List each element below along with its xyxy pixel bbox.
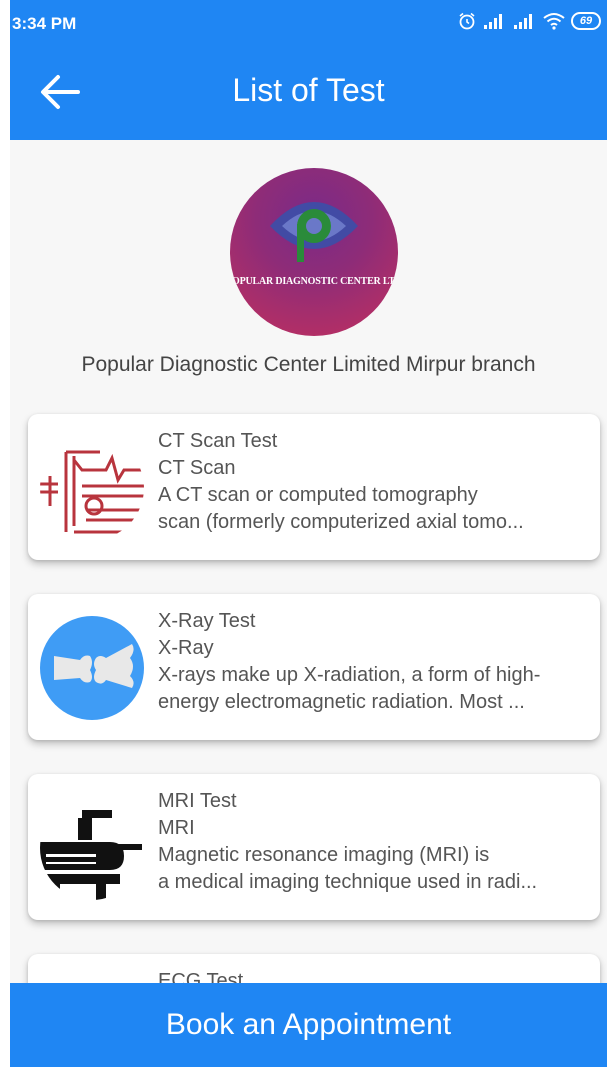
- page-title: List of Test: [232, 72, 385, 108]
- test-title: MRI Test: [158, 790, 237, 812]
- battery-level: 69: [579, 15, 593, 27]
- test-type: CT Scan: [158, 457, 236, 479]
- signal-icon: [484, 14, 502, 29]
- status-icons: 69: [457, 10, 601, 32]
- app-screen: 3:34 PM 69 List of Test POPULAR DIAGNOST…: [10, 0, 607, 1067]
- logo-text: POPULAR DIAGNOSTIC CENTER LTD: [230, 276, 398, 287]
- test-description-line: Magnetic resonance imaging (MRI) is: [158, 844, 490, 866]
- test-description: A CT scan or computed tomography scan (f…: [158, 482, 596, 536]
- test-card-x-ray[interactable]: X-Ray Test X-Ray X-rays make up X-radiat…: [28, 594, 600, 740]
- battery-icon: 69: [571, 12, 601, 30]
- test-description-line: a medical imaging technique used in radi…: [158, 871, 538, 893]
- test-description-line: X-rays make up X-radiation, a form of hi…: [158, 664, 541, 686]
- test-type: MRI: [158, 817, 195, 839]
- test-description-line: A CT scan or computed tomography: [158, 484, 478, 506]
- test-description-line: energy electromagnetic radiation. Most .…: [158, 691, 525, 713]
- test-type: X-Ray: [158, 637, 214, 659]
- ct-scanner-icon: [40, 436, 144, 540]
- app-bar: List of Test: [10, 42, 607, 140]
- book-appointment-button[interactable]: Book an Appointment: [10, 983, 607, 1067]
- signal-icon: [514, 14, 532, 29]
- test-card-ct-scan[interactable]: CT Scan Test CT Scan A CT scan or comput…: [28, 414, 600, 560]
- status-bar: 3:34 PM 69: [10, 0, 607, 42]
- test-description-line: scan (formerly computerized axial tomo..…: [158, 511, 524, 533]
- center-logo: POPULAR DIAGNOSTIC CENTER LTD: [230, 168, 398, 336]
- bone-xray-icon: [40, 616, 144, 720]
- center-name: Popular Diagnostic Center Limited Mirpur…: [81, 353, 536, 376]
- test-title: CT Scan Test: [158, 430, 278, 452]
- alarm-icon: [459, 12, 475, 30]
- test-card-mri[interactable]: MRI Test MRI Magnetic resonance imaging …: [28, 774, 600, 920]
- test-card-text: X-Ray Test X-Ray X-rays make up X-radiat…: [158, 608, 596, 716]
- eye-logo-icon: [270, 202, 358, 262]
- wifi-icon: [543, 13, 565, 30]
- status-time: 3:34 PM: [12, 14, 77, 33]
- test-title: X-Ray Test: [158, 610, 256, 632]
- test-description: Magnetic resonance imaging (MRI) is a me…: [158, 842, 596, 896]
- test-description: X-rays make up X-radiation, a form of hi…: [158, 662, 596, 716]
- test-card-text: CT Scan Test CT Scan A CT scan or comput…: [158, 428, 596, 536]
- test-card-text: MRI Test MRI Magnetic resonance imaging …: [158, 788, 596, 896]
- mri-machine-icon: [40, 796, 144, 900]
